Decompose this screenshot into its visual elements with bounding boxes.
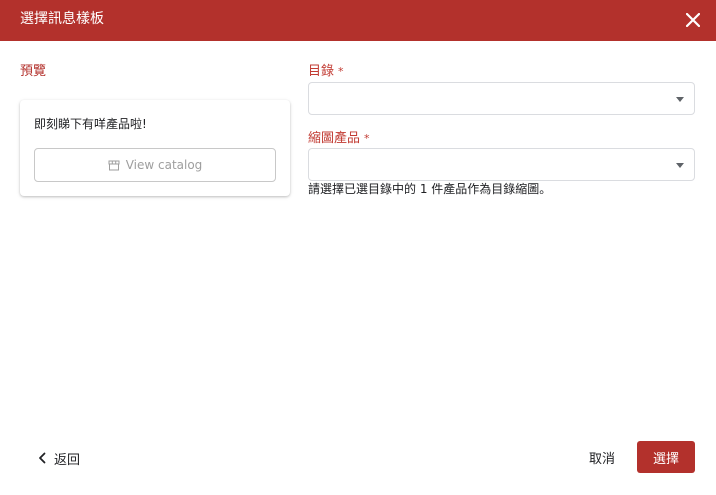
dialog-title: 選擇訊息樣板 [20,11,104,27]
dialog-header: 選擇訊息樣板 [0,0,716,41]
back-label: 返回 [54,452,81,468]
thumbnail-helper-text: 請選擇已選目錄中的 1 件產品作為目錄縮圖。 [308,182,552,196]
view-catalog-button: View catalog [34,148,276,182]
preview-message: 即刻睇下有咩產品啦! [34,117,147,131]
close-icon [686,13,700,27]
chevron-left-icon [39,452,46,464]
back-button[interactable]: 返回 [38,448,80,468]
catalog-field-label: 目錄 * [308,64,344,80]
preview-label: 預覽 [20,64,47,79]
storefront-icon [108,160,120,170]
required-asterisk: * [338,65,344,78]
thumbnail-product-field-label: 縮圖產品 * [308,131,370,147]
thumbnail-product-label-text: 縮圖產品 [308,131,361,146]
view-catalog-label: View catalog [125,158,203,172]
close-button[interactable] [680,7,706,33]
dropdown-arrow-icon [676,97,684,102]
catalog-select[interactable] [308,82,695,115]
template-select-dialog: 選擇訊息樣板 預覽 即刻睇下有咩產品啦! View catalog 目錄 * 縮圖… [0,0,716,495]
thumbnail-product-select[interactable] [308,148,695,181]
preview-card: 即刻睇下有咩產品啦! View catalog [20,100,290,196]
cancel-button[interactable]: 取消 [579,441,625,473]
catalog-label-text: 目錄 [308,64,335,79]
select-button[interactable]: 選擇 [637,441,695,473]
dropdown-arrow-icon [676,163,684,168]
required-asterisk: * [364,132,370,145]
